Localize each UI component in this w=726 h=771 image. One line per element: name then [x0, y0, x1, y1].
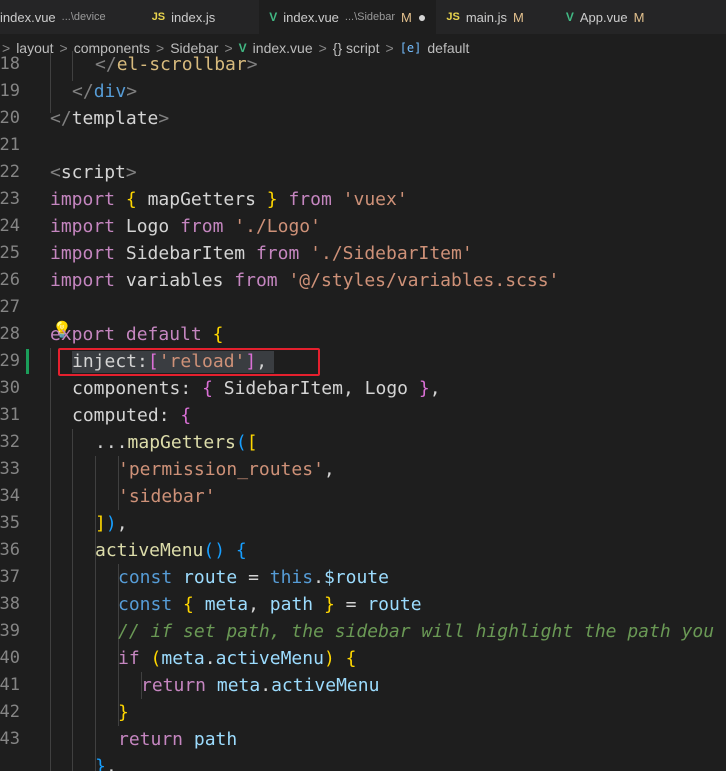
line-number: 25 — [0, 243, 20, 263]
code-line: 30 components: { SidebarItem, Logo }, — [0, 375, 726, 402]
code-line: }, — [95, 756, 117, 771]
line-number: 24 — [0, 216, 20, 236]
tab-index-vue-device[interactable]: index.vue ...\device — [0, 0, 116, 34]
editor-tab-bar: index.vue ...\device JS index.js V index… — [0, 0, 726, 35]
code-line: 24 import Logo from './Logo' — [0, 213, 726, 240]
line-number: 30 — [0, 378, 20, 398]
code-line: 32 ...mapGetters([ — [0, 429, 726, 456]
code-line: 18 </el-scrollbar> — [0, 51, 726, 78]
code-line: 43 return path — [0, 726, 726, 753]
modified-badge: M — [633, 9, 645, 25]
code-line: 39// if set path, the sidebar will highl… — [0, 618, 726, 645]
line-number: 21 — [0, 135, 20, 155]
line-number: 36 — [0, 540, 20, 560]
tab-main-js[interactable]: JS main.js M — [436, 0, 534, 34]
line-number: 35 — [0, 513, 20, 533]
tab-label: App.vue — [579, 9, 628, 25]
tab-label: index.vue — [283, 9, 339, 25]
vue-file-icon: V — [269, 10, 278, 24]
line-number: 42 — [0, 702, 20, 722]
code-line: 34'sidebar' — [0, 483, 726, 510]
line-number: 34 — [0, 486, 20, 506]
line-number: 29 — [0, 351, 20, 371]
code-line: 21 — [0, 132, 726, 159]
line-number: 37 — [0, 567, 20, 587]
line-number: 26 — [0, 270, 20, 290]
js-file-icon: JS — [151, 11, 166, 23]
code-line: 20 </template> — [0, 105, 726, 132]
line-number: 39 — [0, 621, 20, 641]
code-line: 40 if (meta.activeMenu) { — [0, 645, 726, 672]
line-number: 18 — [0, 54, 20, 74]
code-editor[interactable]: 💡 18 </el-scrollbar> 19 </div> 20 </templat… — [0, 51, 726, 771]
code-line: 37 const route = this.$route — [0, 564, 726, 591]
line-number: 32 — [0, 432, 20, 452]
tab-description: ...\device — [61, 11, 106, 23]
tab-label: main.js — [465, 9, 508, 25]
code-line: 42} — [0, 699, 726, 726]
modified-badge: M — [401, 9, 412, 25]
code-line: 36 activeMenu() { — [0, 537, 726, 564]
code-line: 28 export default { — [0, 321, 726, 348]
line-number: 33 — [0, 459, 20, 479]
tab-index-vue-sidebar[interactable]: V index.vue ...\Sidebar M ● — [259, 0, 437, 34]
code-line: 26 import variables from '@/styles/variab… — [0, 267, 726, 294]
modified-badge: M — [513, 9, 524, 25]
code-line: 22 <script> — [0, 159, 726, 186]
unsaved-dot-icon[interactable]: ● — [418, 9, 426, 25]
annotation-highlight-box — [58, 348, 320, 376]
js-file-icon: JS — [446, 11, 460, 23]
code-line: 19 </div> — [0, 78, 726, 105]
tab-description: ...\Sidebar — [344, 11, 396, 23]
line-number: 27 — [0, 297, 20, 317]
code-line: 27 — [0, 294, 726, 321]
line-number: 41 — [0, 675, 20, 695]
code-line: 31 computed: { — [0, 402, 726, 429]
code-line: 38 const { meta, path } = route — [0, 591, 726, 618]
line-number: 38 — [0, 594, 20, 614]
tab-index-js[interactable]: JS index.js — [142, 0, 226, 34]
line-number: 40 — [0, 648, 20, 668]
line-number: 22 — [0, 162, 20, 182]
line-number: 31 — [0, 405, 20, 425]
code-line: 41 return meta.activeMenu — [0, 672, 726, 699]
code-line: 33'permission_routes', — [0, 456, 726, 483]
tab-app-vue[interactable]: V App.vue M — [556, 0, 655, 34]
code-line: 23 import { mapGetters } from 'vuex' — [0, 186, 726, 213]
line-number: 43 — [0, 729, 20, 749]
tab-label: index.vue — [0, 9, 56, 25]
line-number: 19 — [0, 81, 20, 101]
line-number: 28 — [0, 324, 20, 344]
line-number: 23 — [0, 189, 20, 209]
code-line: 25 import SidebarItem from './SidebarItem… — [0, 240, 726, 267]
code-line: 35]), — [0, 510, 726, 537]
vue-file-icon: V — [565, 10, 574, 24]
line-number: 20 — [0, 108, 20, 128]
tab-label: index.js — [171, 9, 216, 25]
